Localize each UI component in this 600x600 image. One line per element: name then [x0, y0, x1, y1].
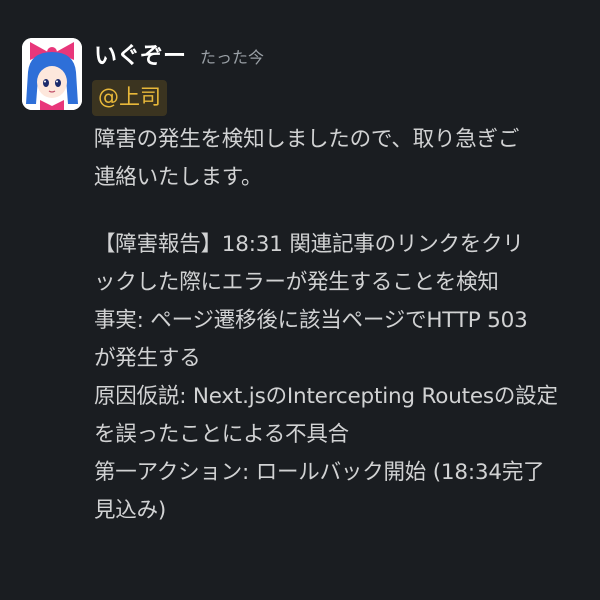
message-line: 連絡いたします。 — [94, 165, 263, 190]
report-line: ックした際にエラーが発生することを検知 — [94, 270, 499, 295]
report-line: 原因仮説: Next.jsのIntercepting Routesの設定 — [94, 384, 558, 409]
report-line: を誤ったことによる不具合 — [94, 422, 349, 447]
chat-message: いぐぞー たった今 @上司 障害の発生を検知しましたので、取り急ぎご 連絡いたし… — [0, 0, 600, 600]
message-intro: 障害の発生を検知しましたので、取り急ぎご 連絡いたします。 — [94, 121, 590, 197]
message-line: 障害の発生を検知しましたので、取り急ぎご — [94, 127, 520, 152]
user-mention[interactable]: @上司 — [92, 80, 167, 116]
username[interactable]: いぐぞー — [94, 36, 186, 70]
timestamp[interactable]: たった今 — [200, 44, 264, 68]
report-line: 第一アクション: ロールバック開始 (18:34完了 — [94, 460, 545, 485]
report-line: 事実: ページ遷移後に該当ページでHTTP 503 — [94, 308, 528, 333]
message-header: いぐぞー たった今 — [94, 36, 264, 70]
report-line: が発生する — [94, 346, 201, 371]
avatar-icon[interactable] — [22, 38, 82, 110]
report-line: 【障害報告】18:31 関連記事のリンクをクリ — [94, 232, 524, 257]
report-line: 見込み) — [94, 498, 167, 523]
incident-report: 【障害報告】18:31 関連記事のリンクをクリ ックした際にエラーが発生すること… — [94, 226, 590, 530]
